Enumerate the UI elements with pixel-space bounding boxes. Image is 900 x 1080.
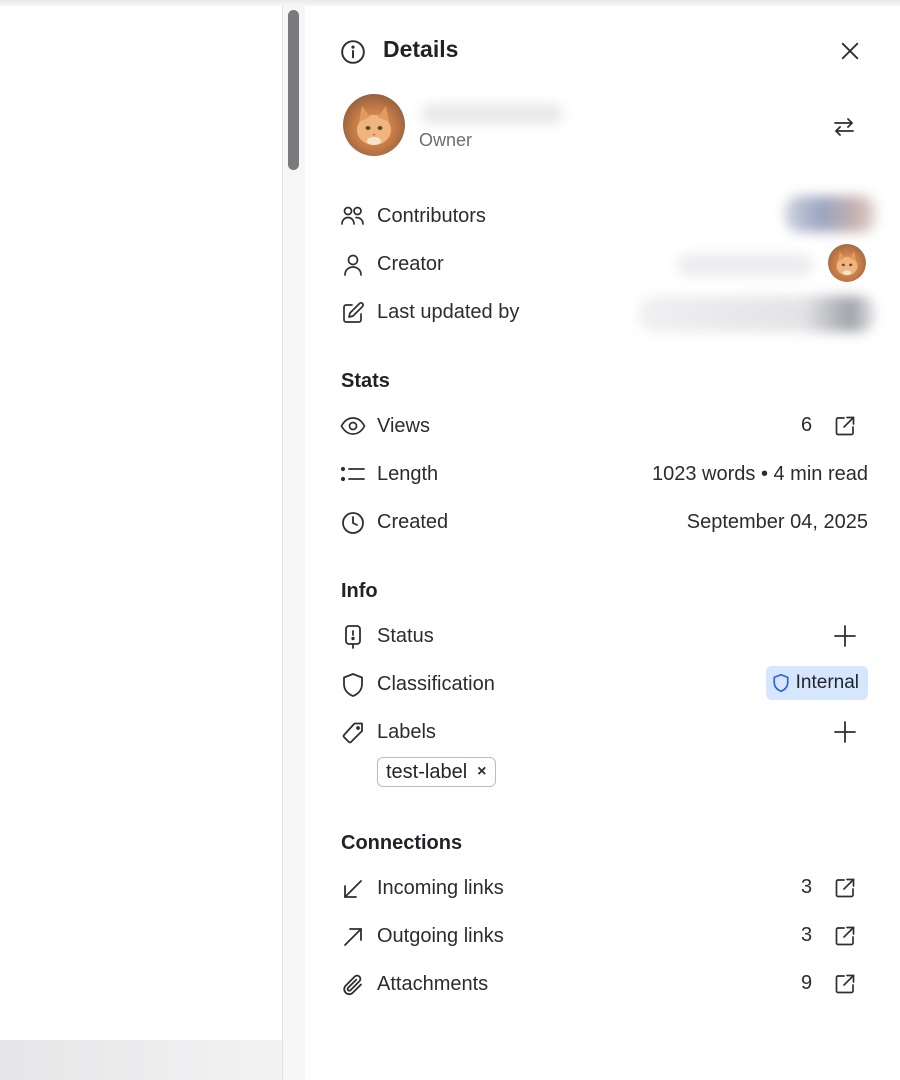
eye-icon [339,414,367,438]
views-label: Views [377,415,430,437]
close-icon[interactable] [835,36,865,66]
outgoing-links-count: 3 [801,924,813,946]
contributors-icon [339,204,367,228]
label-chip-text: test-label [386,760,468,783]
list-icon [339,462,367,486]
swap-icon[interactable] [829,112,859,142]
creator-name-redacted [677,254,813,276]
labels-label: Labels [377,721,436,743]
creator-avatar[interactable] [828,244,866,282]
status-icon [339,624,367,650]
last-updated-label: Last updated by [377,301,520,323]
scrollbar-track[interactable] [282,6,306,1080]
shield-icon [772,673,790,693]
scrollbar-thumb[interactable] [288,10,299,170]
outgoing-links-label: Outgoing links [377,925,504,947]
creator-label: Creator [377,253,444,275]
external-link-icon[interactable] [831,970,859,998]
paperclip-icon [339,972,367,998]
classification-badge[interactable]: Internal [765,666,868,700]
stats-section-title: Stats [341,370,390,392]
length-label: Length [377,463,439,485]
arrow-down-left-icon [339,876,367,902]
details-panel: Details Owner Contributors Creator Last … [305,6,900,1080]
remove-label-icon[interactable]: × [477,763,486,781]
user-icon [339,252,367,278]
contributors-avatars[interactable] [785,196,877,232]
shield-icon [339,672,367,698]
owner-name-redacted [421,104,563,124]
plus-icon[interactable] [831,622,859,650]
classification-value: Internal [795,672,859,693]
panel-title: Details [383,36,459,62]
external-link-icon[interactable] [831,874,859,902]
label-chip[interactable]: test-label × [377,757,496,787]
external-link-icon[interactable] [831,922,859,950]
owner-role: Owner [419,130,473,150]
clock-icon [339,510,367,536]
contributors-label: Contributors [377,205,486,227]
external-link-icon[interactable] [831,412,859,440]
arrow-up-right-icon [339,924,367,950]
status-label: Status [377,625,434,647]
connections-section-title: Connections [341,832,463,854]
attachments-label: Attachments [377,973,489,995]
created-value: September 04, 2025 [686,511,868,533]
created-label: Created [377,511,449,533]
views-count: 6 [801,414,813,436]
incoming-links-label: Incoming links [377,877,504,899]
attachments-count: 9 [801,972,813,994]
tag-icon [339,720,367,746]
last-updated-redacted[interactable] [639,296,875,332]
length-value: 1023 words • 4 min read [651,463,868,485]
incoming-links-count: 3 [801,876,813,898]
edit-icon [339,300,367,326]
info-section-title: Info [341,580,378,602]
classification-label: Classification [377,673,495,695]
content-area [0,6,282,1080]
plus-icon[interactable] [831,718,859,746]
info-icon [339,38,367,66]
owner-avatar[interactable] [343,94,405,156]
